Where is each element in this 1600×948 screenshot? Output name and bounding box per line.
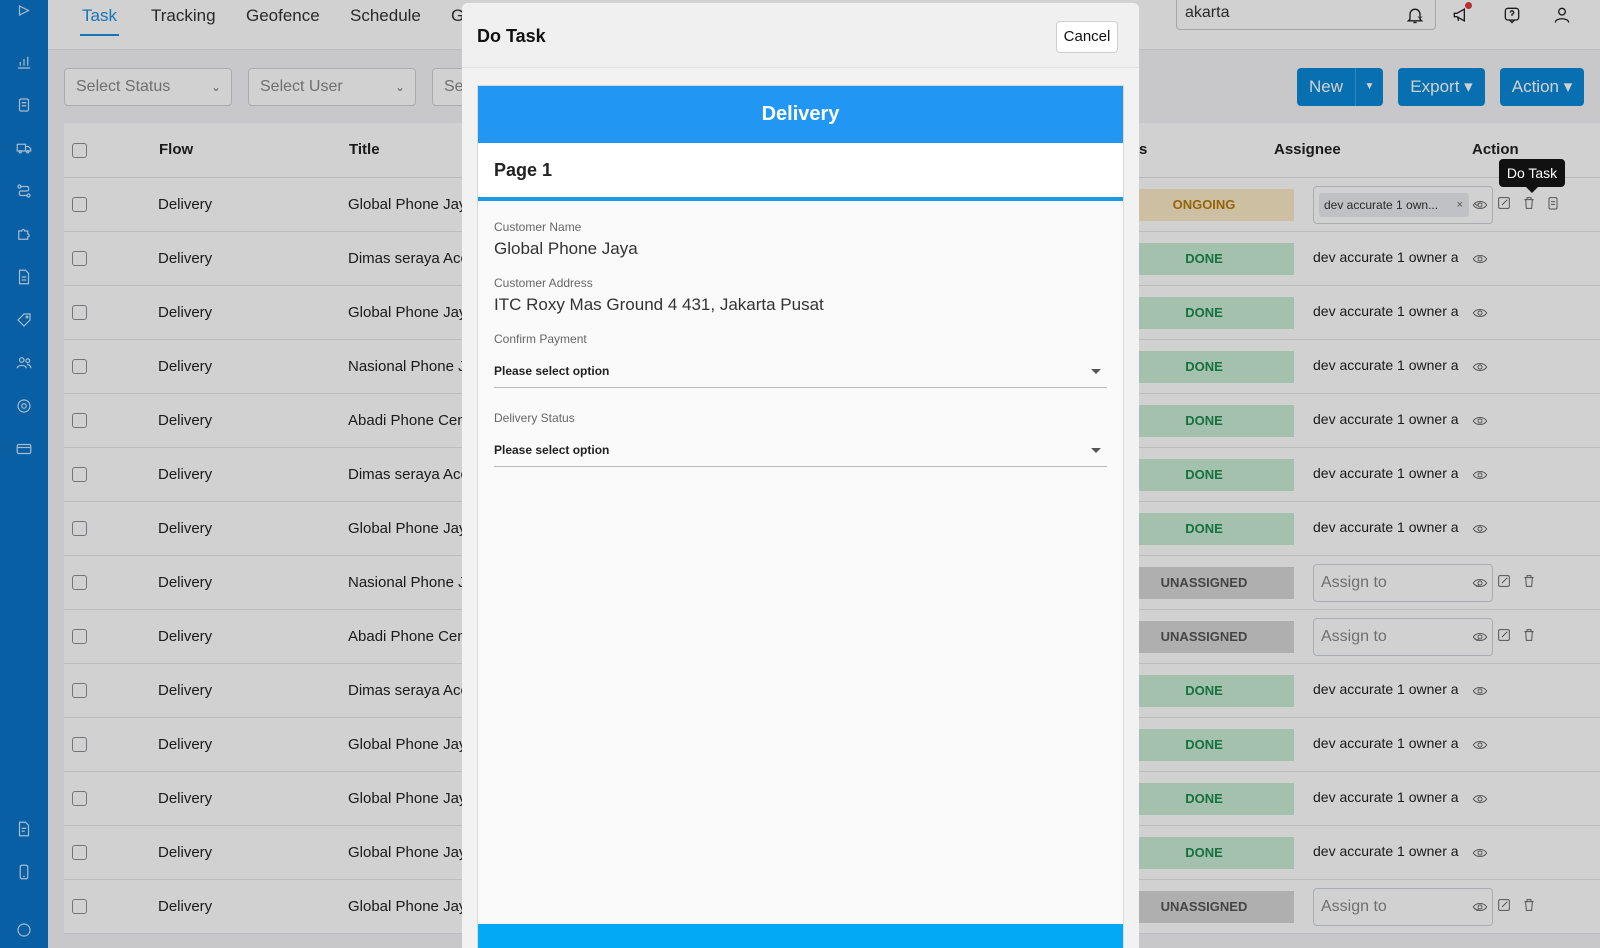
page-label: Page 1 <box>494 160 553 180</box>
form-submit-bar[interactable] <box>478 924 1123 948</box>
modal-header: Do Task Cancel <box>462 3 1139 68</box>
caret-down-icon <box>1091 448 1101 453</box>
do-task-tooltip: Do Task <box>1499 159 1565 193</box>
confirm-payment-select[interactable]: Please select option <box>494 354 1107 388</box>
confirm-payment-value: Please select option <box>494 364 610 378</box>
customer-name-label: Customer Name <box>494 220 582 234</box>
modal-title: Do Task <box>477 26 546 46</box>
page-indicator: Page 1 <box>478 143 1123 201</box>
confirm-payment-label: Confirm Payment <box>494 332 587 346</box>
customer-address-label: Customer Address <box>494 276 593 290</box>
customer-name-value: Global Phone Jaya <box>494 239 638 258</box>
do-task-modal: Do Task Cancel Delivery Page 1 Customer … <box>462 3 1139 948</box>
form-title: Delivery <box>478 86 1123 143</box>
delivery-status-value: Please select option <box>494 443 610 457</box>
cancel-button[interactable]: Cancel <box>1056 21 1118 53</box>
delivery-status-label: Delivery Status <box>494 411 575 425</box>
customer-address-value: ITC Roxy Mas Ground 4 431, Jakarta Pusat <box>494 295 824 314</box>
delivery-status-select[interactable]: Please select option <box>494 433 1107 467</box>
task-form: Delivery Page 1 Customer Name Global Pho… <box>477 85 1124 948</box>
caret-down-icon <box>1091 369 1101 374</box>
